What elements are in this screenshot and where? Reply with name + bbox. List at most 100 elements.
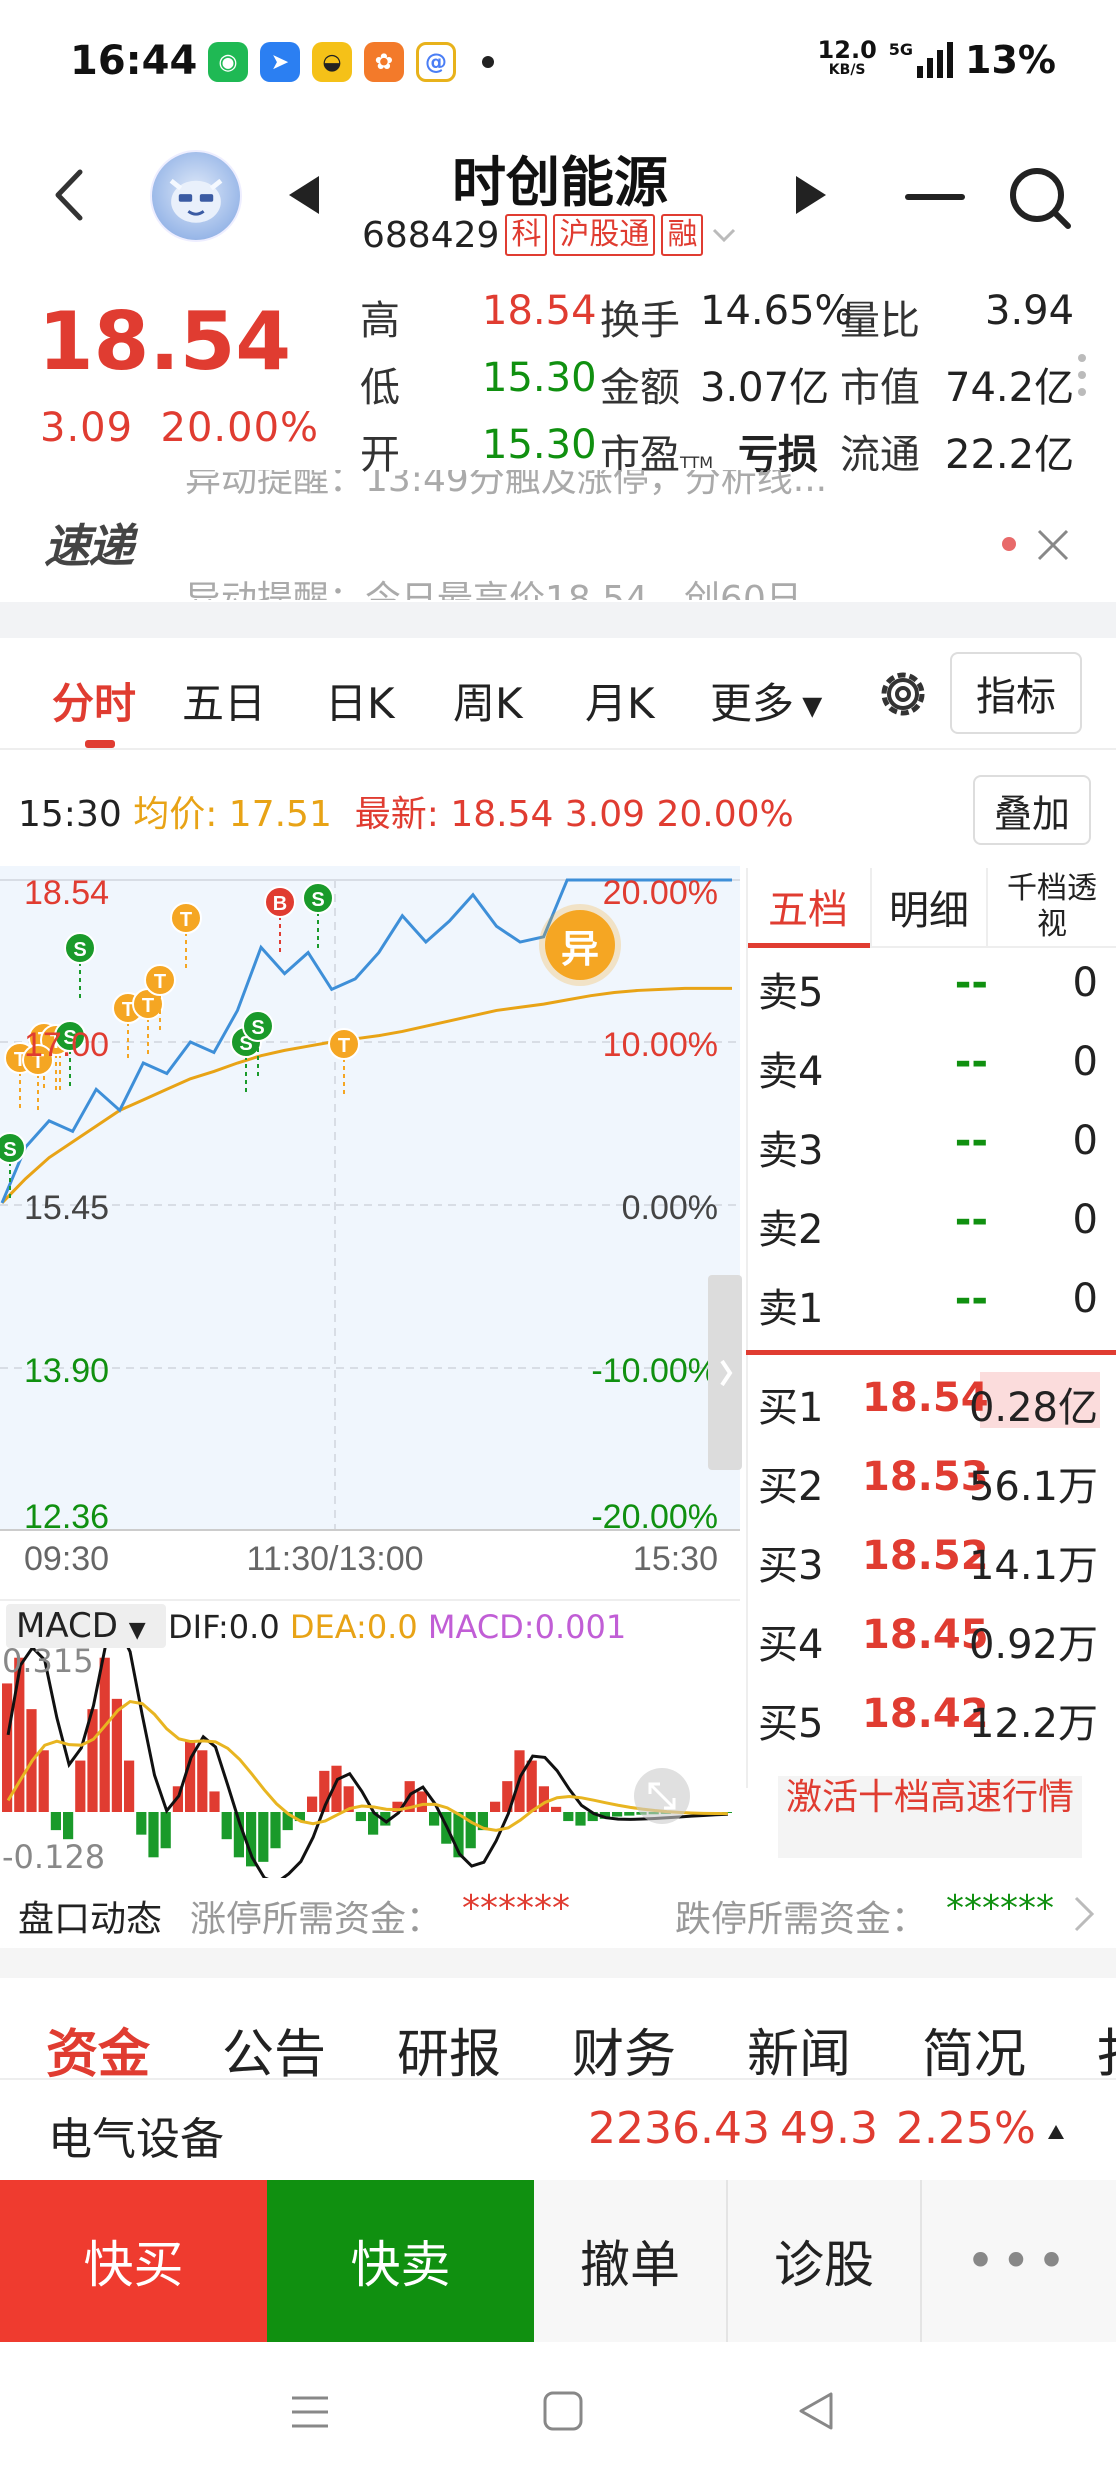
tab-research[interactable]: 研报	[397, 2012, 501, 2078]
search-icon[interactable]	[1005, 163, 1075, 233]
alert-text-next: 异动提醒：今日最高价18.54，创60日	[185, 579, 802, 600]
action-bar: 快买 快卖 撤单 诊股 •••	[0, 2180, 1116, 2342]
sell-3-row[interactable]: 卖3 -- 0	[758, 1118, 1108, 1178]
x-tick-label: 09:30	[24, 1540, 109, 1578]
gear-icon[interactable]	[874, 665, 932, 723]
expand-icon[interactable]	[632, 1766, 692, 1826]
tab-capital[interactable]: 资金	[46, 2012, 150, 2078]
limit-up-value: ******	[462, 1888, 570, 1929]
caret-up-icon	[1048, 2125, 1064, 2139]
y-tick-label: 18.54	[24, 874, 109, 912]
tab-weekly-k[interactable]: 周K	[453, 670, 523, 731]
macd-bar	[99, 1657, 110, 1812]
tab-intraday[interactable]: 分时	[52, 670, 136, 731]
stock-code-row: 688429 科 沪股通 融	[362, 214, 739, 256]
chart-scroll-handle[interactable]	[708, 1275, 742, 1470]
more-vertical-icon[interactable]	[1075, 352, 1089, 398]
prev-stock-icon[interactable]	[285, 170, 325, 220]
quick-sell-button[interactable]: 快卖	[267, 2180, 534, 2342]
current-price: 18.54	[38, 295, 292, 388]
tab-five-day[interactable]: 五日	[182, 670, 266, 731]
tab-profile[interactable]: 简况	[922, 2012, 1026, 2078]
close-icon[interactable]	[1033, 525, 1073, 565]
overlay-button[interactable]: 叠加	[973, 775, 1091, 845]
sell-2-row[interactable]: 卖2 -- 0	[758, 1197, 1108, 1257]
sell-1-row[interactable]: 卖1 -- 0	[758, 1276, 1108, 1336]
high-label: 高	[360, 298, 400, 344]
remove-watchlist-icon[interactable]	[905, 194, 965, 200]
amount-label: 金额	[600, 365, 680, 411]
sell-4-row[interactable]: 卖4 -- 0	[758, 1039, 1108, 1099]
macd-bar	[490, 1801, 501, 1812]
order-flow-title: 盘口动态	[18, 1899, 163, 1940]
macd-values: DIF:0.0 DEA:0.0 MACD:0.001	[168, 1608, 627, 1646]
buy-5-row[interactable]: 买5 18.42 12.2万	[758, 1691, 1108, 1751]
macd-bar	[50, 1812, 61, 1831]
menu-icon[interactable]	[290, 2392, 330, 2432]
pct-tick-label: -20.00%	[591, 1498, 718, 1536]
macd-bar	[575, 1812, 586, 1826]
back-nav-icon[interactable]	[795, 2390, 837, 2432]
more-notifications-icon	[482, 56, 494, 68]
chevron-right-icon[interactable]	[1070, 1894, 1098, 1934]
buy-2-row[interactable]: 买2 18.53 56.1万	[758, 1454, 1108, 1514]
macd-bar	[416, 1791, 427, 1812]
macd-min: -0.128	[2, 1838, 106, 1876]
more-actions-button[interactable]: •••	[922, 2180, 1116, 2342]
diagnose-button[interactable]: 诊股	[728, 2180, 922, 2342]
low-value: 15.30	[482, 355, 597, 401]
tab-monthly-k[interactable]: 月K	[585, 670, 655, 731]
sector-row[interactable]: 电气设备 2236.43 49.3 2.25%	[0, 2085, 1116, 2180]
back-icon[interactable]	[40, 160, 100, 230]
home-icon[interactable]	[542, 2390, 584, 2432]
buy-1-row[interactable]: 买1 18.54 0.28亿	[758, 1375, 1108, 1435]
y-tick-label: 13.90	[24, 1352, 109, 1390]
macd-bar	[2, 1683, 13, 1812]
indicator-button[interactable]: 指标	[950, 652, 1082, 734]
marker-label: S	[311, 889, 324, 911]
stock-code: 688429	[362, 214, 500, 256]
info-tabs: 资金 公告 研报 财务 新闻 简况 扌	[0, 1980, 1116, 2080]
tag-margin: 融	[661, 214, 704, 256]
macd-bar	[429, 1812, 440, 1826]
tab-announcements[interactable]: 公告	[222, 2012, 326, 2078]
marker-label: S	[251, 1017, 264, 1039]
macd-bar	[465, 1812, 476, 1849]
tab-depth-view[interactable]: 千档透视	[986, 868, 1116, 948]
quick-buy-button[interactable]: 快买	[0, 2180, 267, 2342]
alert-ticker[interactable]: 异动提醒：13:49分触及涨停，分析线... 速递 异动提醒：今日最高价18.5…	[0, 470, 1116, 600]
order-flow-row[interactable]: 盘口动态 涨停所需资金： ****** 跌停所需资金： ******	[0, 1880, 1116, 1950]
macd-bar	[551, 1806, 562, 1812]
chevron-down-icon[interactable]	[709, 220, 739, 250]
cancel-order-button[interactable]: 撤单	[534, 2180, 728, 2342]
tab-daily-k[interactable]: 日K	[325, 670, 395, 731]
x-tick-label: 15:30	[633, 1540, 718, 1578]
macd-bar	[612, 1812, 623, 1817]
volume-ratio-label: 量比	[840, 298, 920, 344]
activate-ten-level-button[interactable]: 激活十档高速行情	[778, 1776, 1082, 1858]
buy-3-row[interactable]: 买3 18.52 14.1万	[758, 1533, 1108, 1593]
tab-five-levels[interactable]: 五档	[746, 868, 870, 948]
intraday-chart[interactable]: STTTSTTTTSSBSTTST 18.5417.0015.4513.9012…	[0, 866, 746, 1878]
tab-overflow[interactable]: 扌	[1095, 2012, 1116, 2078]
net-speed: 12.0 KB/S	[817, 36, 877, 78]
anomaly-badge[interactable]: 异	[545, 910, 615, 980]
next-stock-icon[interactable]	[790, 170, 830, 220]
tab-more[interactable]: 更多 ▼	[710, 670, 822, 731]
order-book-tabs: 五档 明细 千档透视	[746, 868, 1116, 948]
sector-pct: 2.25%	[896, 2103, 1036, 2154]
sell-5-row[interactable]: 卖5 -- 0	[758, 960, 1108, 1020]
avatar[interactable]	[150, 150, 242, 242]
macd-bar	[563, 1812, 574, 1822]
buy-4-row[interactable]: 买4 18.45 0.92万	[758, 1612, 1108, 1672]
wechat-icon: ◉	[208, 42, 248, 82]
tab-news[interactable]: 新闻	[747, 2012, 851, 2078]
alert-text-prev: 异动提醒：13:49分触及涨停，分析线...	[185, 470, 828, 500]
ride-icon: ◒	[312, 42, 352, 82]
sudi-logo: 速递	[44, 519, 134, 573]
pct-tick-label: -10.00%	[591, 1352, 718, 1390]
market-cap-label: 市值	[840, 365, 920, 411]
tab-financials[interactable]: 财务	[572, 2012, 676, 2078]
dingtalk-icon: ➤	[260, 42, 300, 82]
tab-trade-detail[interactable]: 明细	[870, 868, 986, 948]
